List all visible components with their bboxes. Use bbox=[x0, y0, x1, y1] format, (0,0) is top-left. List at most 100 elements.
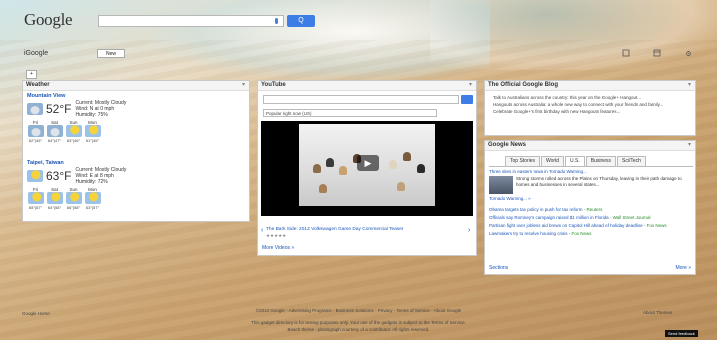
news-sections-link[interactable]: Sections bbox=[489, 265, 508, 271]
gadget-menu-icon[interactable]: ▾ bbox=[688, 141, 691, 150]
youtube-header: YouTube ▾ bbox=[258, 81, 476, 91]
youtube-search-button[interactable] bbox=[461, 95, 473, 104]
news-story-link[interactable]: Partisan fight over jobless aid brews on… bbox=[489, 223, 643, 228]
cloud-icon bbox=[27, 125, 44, 137]
forecast-day: Sat 64°|47° bbox=[46, 120, 63, 143]
more-videos-link[interactable]: More Videos » bbox=[262, 245, 294, 251]
microphone-icon[interactable] bbox=[275, 18, 278, 24]
feedback-button[interactable]: Send feedback bbox=[665, 330, 698, 337]
forecast-high-low: 65°|57° bbox=[28, 205, 43, 210]
dog bbox=[326, 158, 334, 167]
tab-scitech[interactable]: Sci/Tech bbox=[617, 156, 646, 166]
video-thumbnail[interactable]: ▶ bbox=[299, 124, 435, 206]
city-name[interactable]: Taipei, Taiwan bbox=[27, 160, 126, 166]
news-source: - Fox News bbox=[643, 223, 667, 228]
news-story: Partisan fight over jobless aid brews on… bbox=[489, 223, 693, 229]
video-rating: ★★★★★ bbox=[266, 233, 287, 238]
calendar-icon[interactable] bbox=[651, 49, 662, 60]
blog-gadget: The Official Google Blog ▾ Talk to Austr… bbox=[484, 80, 696, 136]
sun-icon bbox=[65, 192, 82, 204]
weather-title: Weather bbox=[26, 82, 50, 88]
dog bbox=[339, 166, 347, 175]
news-more-button[interactable]: More » bbox=[675, 265, 691, 271]
news-more-link[interactable]: Tornado Warning... » bbox=[489, 196, 693, 202]
search-button[interactable]: Q bbox=[287, 15, 315, 27]
news-story-link[interactable]: Officials say Romney's campaign raised $… bbox=[489, 215, 609, 220]
forecast-high-low: 62°|45° bbox=[28, 138, 43, 143]
dog bbox=[389, 160, 397, 169]
forecast-day: Mon 61°|45° bbox=[84, 120, 101, 143]
news-source: - Reuters bbox=[583, 207, 603, 212]
google-logo[interactable]: Google bbox=[24, 10, 73, 30]
forecast-day: Sat 64°|58° bbox=[46, 187, 63, 210]
sun-icon bbox=[27, 170, 43, 182]
weather-city-2: Taipei, Taiwan 63°F Current: Mostly Clou… bbox=[27, 160, 126, 210]
news-headline[interactable]: Three sites in eastern Iowa in Tornado W… bbox=[489, 169, 693, 175]
gadget-menu-icon[interactable]: ▾ bbox=[242, 81, 245, 90]
dog bbox=[313, 164, 321, 173]
footer-credit-note: Beach theme - photograph courtesy of a c… bbox=[287, 327, 430, 332]
forecast-day: Sun 66°|58° bbox=[65, 187, 82, 210]
blog-item[interactable]: Hangouts across Australia: a whole new w… bbox=[493, 101, 691, 108]
prev-video-icon[interactable]: ‹ bbox=[261, 227, 263, 234]
igoogle-label: iGoogle bbox=[24, 50, 49, 57]
tab-us[interactable]: U.S. bbox=[564, 156, 585, 166]
cloud-icon bbox=[27, 103, 43, 115]
current-temp: 52°F bbox=[46, 102, 72, 116]
footer-note: This gadget directory is for testing pur… bbox=[251, 320, 466, 325]
weather-gadget: Weather ▾ Mountain View 52°F Current: Mo… bbox=[22, 80, 250, 222]
sun-icon bbox=[84, 125, 101, 137]
news-gadget: Google News ▾ Top Stories World U.S. Bus… bbox=[484, 140, 696, 275]
news-title: Google News bbox=[488, 142, 527, 148]
sun-icon bbox=[27, 192, 44, 204]
youtube-search-input[interactable] bbox=[263, 95, 459, 104]
news-story: Officials say Romney's campaign raised $… bbox=[489, 215, 693, 221]
sun-icon bbox=[46, 192, 63, 204]
blog-title: The Official Google Blog bbox=[488, 82, 559, 88]
dog bbox=[403, 152, 411, 161]
add-tab-button[interactable]: + bbox=[26, 70, 37, 79]
tab-top-stories[interactable]: Top Stories bbox=[505, 156, 541, 166]
forecast-high-low: 64°|58° bbox=[47, 205, 62, 210]
dog bbox=[397, 182, 405, 191]
play-button-icon[interactable]: ▶ bbox=[357, 155, 379, 171]
tab-business[interactable]: Business bbox=[585, 156, 617, 166]
city-name[interactable]: Mountain View bbox=[27, 93, 126, 99]
humidity: Humidity: 75% bbox=[75, 112, 108, 118]
current-temp: 63°F bbox=[46, 169, 72, 183]
news-tabs: Top Stories World U.S. Business Sci/Tech bbox=[505, 156, 647, 166]
news-story: Obama targets tax policy in push for tax… bbox=[489, 207, 693, 213]
footer-links[interactable]: ©2012 Google - Advertising Programs - Bu… bbox=[0, 308, 717, 313]
forecast-day: Fri 65°|57° bbox=[27, 187, 44, 210]
forecast-day: Sun 63°|46° bbox=[65, 120, 82, 143]
blog-item[interactable]: Celebrate Google+'s first birthday with … bbox=[493, 108, 691, 115]
forecast-high-low: 66°|58° bbox=[66, 205, 81, 210]
new-button[interactable]: New bbox=[97, 49, 125, 58]
sun-icon bbox=[84, 192, 101, 204]
next-video-icon[interactable]: › bbox=[468, 227, 470, 234]
search-input[interactable] bbox=[98, 15, 284, 27]
weather-header: Weather ▾ bbox=[23, 81, 249, 91]
gear-icon[interactable]: ⚙ bbox=[683, 49, 694, 60]
youtube-category-select[interactable]: Popular right now (US) bbox=[263, 109, 437, 117]
dog bbox=[319, 184, 327, 193]
video-player[interactable]: ▶ bbox=[261, 121, 473, 216]
blog-header: The Official Google Blog ▾ bbox=[485, 81, 695, 91]
news-story-link[interactable]: Lawmakers try to resolve housing crisis bbox=[489, 231, 568, 236]
tab-world[interactable]: World bbox=[541, 156, 564, 166]
forecast-high-low: 63°|57° bbox=[85, 205, 100, 210]
forecast-high-low: 64°|47° bbox=[47, 138, 62, 143]
news-story-link[interactable]: Obama targets tax policy in push for tax… bbox=[489, 207, 583, 212]
news-source: - Fox News bbox=[568, 231, 592, 236]
forecast-day: Mon 63°|57° bbox=[84, 187, 101, 210]
video-title[interactable]: The Bark Side: 2012 Volkswagen Game Day … bbox=[266, 227, 466, 232]
youtube-gadget: YouTube ▾ Popular right now (US) ▶ ‹ › T… bbox=[257, 80, 477, 256]
blog-item[interactable]: Talk to Australians across the country: … bbox=[493, 94, 691, 101]
window-icon[interactable] bbox=[620, 49, 631, 60]
forecast-day: Fri 62°|45° bbox=[27, 120, 44, 143]
news-snippet: Strong storms rolled across the Plains o… bbox=[516, 176, 682, 187]
gadget-menu-icon[interactable]: ▾ bbox=[688, 81, 691, 90]
news-thumbnail[interactable] bbox=[489, 176, 513, 194]
gadget-menu-icon[interactable]: ▾ bbox=[469, 81, 472, 90]
forecast-high-low: 61°|45° bbox=[85, 138, 100, 143]
